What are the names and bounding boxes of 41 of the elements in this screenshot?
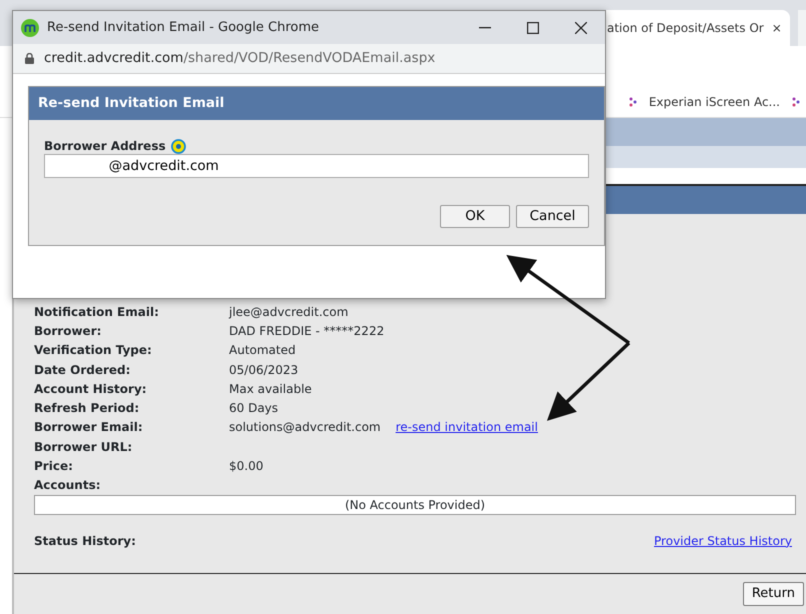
maximize-icon[interactable] <box>527 22 539 34</box>
empty-accounts-message: (No Accounts Provided) <box>34 494 796 515</box>
field-label: Borrower URL: <box>34 438 134 456</box>
tab-close-button[interactable]: × <box>772 19 782 37</box>
field-value: $0.00 <box>229 458 264 476</box>
return-button[interactable]: Return <box>742 582 804 606</box>
app-logo-icon <box>21 18 39 36</box>
field-value: DAD FREDDIE - *****2222 <box>229 322 384 340</box>
field-value: 05/06/2023 <box>229 362 298 379</box>
field-label: Borrower Address <box>44 138 166 155</box>
resend-link[interactable]: re-send invitation email <box>396 418 538 436</box>
ok-button[interactable]: OK <box>440 205 510 228</box>
field-value: Automated <box>229 342 296 360</box>
field-value: solutions@advcredit.com <box>229 419 381 436</box>
field-value: jlee@advcredit.com <box>229 304 348 321</box>
field-label: Account History: <box>34 380 148 398</box>
lock-icon <box>25 53 34 64</box>
field-value: Max available <box>229 380 312 398</box>
cancel-button[interactable]: Cancel <box>516 205 589 228</box>
field-label: Price: <box>34 458 74 476</box>
tab-title: ation of Deposit/Assets Or <box>607 20 764 37</box>
window-title: Re-send Invitation Email - Google Chrome <box>47 18 319 37</box>
dialog-title: Re-send Invitation Email <box>29 87 604 120</box>
info-icon <box>170 138 186 154</box>
bookmark-icon <box>626 96 639 108</box>
url-text: credit.advcredit.com/shared/VOD/ResendVODAEmail.aspx <box>44 49 436 68</box>
field-label: Accounts: <box>34 477 102 494</box>
email-input[interactable]: @advcredit.com <box>44 154 589 178</box>
field-label: Refresh Period: <box>34 400 140 418</box>
minimize-icon[interactable] <box>479 26 491 28</box>
field-value: 60 Days <box>229 400 278 418</box>
field-label: Date Ordered: <box>34 362 132 379</box>
field-label: Notification Email: <box>34 304 160 321</box>
bookmark[interactable]: Experian iScreen Ac... <box>648 92 780 110</box>
status-history-link[interactable]: Provider Status History <box>654 532 792 550</box>
field-label: Borrower Email: <box>34 419 144 436</box>
close-icon[interactable] <box>575 22 587 34</box>
field-label: Borrower: <box>34 322 102 340</box>
field-label: Status History: <box>34 532 137 550</box>
field-label: Verification Type: <box>34 342 153 360</box>
bookmark-icon <box>790 96 802 108</box>
